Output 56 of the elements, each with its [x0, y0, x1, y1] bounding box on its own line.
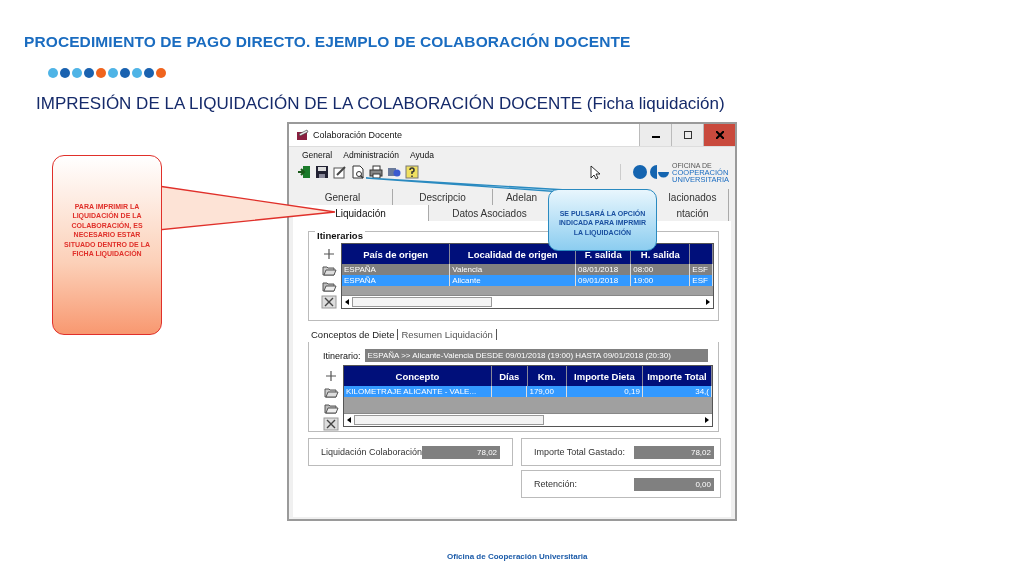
add-icon[interactable] — [321, 247, 337, 261]
itinerary-field: ESPAÑA >> Alicante-Valencia DESDE 09/01/2018 (19:00) HASTA 09/01/2018 (20:30) — [364, 349, 708, 362]
scroll-left-icon[interactable] — [344, 299, 350, 305]
group-label: Itinerarios — [315, 230, 365, 241]
amount-field: 0,00 — [634, 477, 714, 491]
tab[interactable]: Conceptos de Diete — [308, 329, 399, 340]
amount-field: 78,02 — [634, 445, 714, 459]
table-row[interactable]: ESPAÑA Valencia 08/01/2018 08:00 ESF — [342, 264, 713, 275]
window-title: Colaboración Docente — [313, 130, 403, 140]
exit-icon[interactable] — [297, 165, 311, 179]
save-icon[interactable] — [315, 165, 329, 179]
delete-icon[interactable] — [323, 417, 339, 431]
menu-item[interactable]: Administración — [343, 150, 399, 161]
field-label: Itinerario: — [323, 350, 361, 361]
close-button[interactable] — [703, 124, 735, 146]
amount-field: 78,02 — [422, 445, 501, 459]
add-icon[interactable] — [323, 369, 339, 383]
app-icon — [296, 129, 309, 141]
logo-icon — [633, 164, 670, 180]
field-label: Retención: — [534, 479, 578, 489]
slide-subtitle: IMPRESIÓN DE LA LIQUIDACIÓN DE LA COLABORACIÓN DOCENTE (Ficha liquidación) — [36, 93, 725, 115]
menu-item[interactable]: General — [302, 150, 333, 161]
delete-icon[interactable] — [321, 295, 337, 309]
close-icon — [715, 131, 724, 139]
field-label: Liquidación Colaboración — [321, 447, 423, 457]
table-cell: 09/01/2018 — [576, 275, 632, 286]
table-cell: 0,19 — [566, 386, 643, 397]
cursor-icon — [590, 164, 601, 180]
minimize-button[interactable] — [639, 124, 671, 146]
table-cell: Alicante — [450, 275, 577, 286]
print-icon[interactable] — [369, 165, 383, 179]
folder-icon[interactable] — [321, 263, 337, 277]
table-cell: ESPAÑA — [342, 275, 451, 286]
preview-icon[interactable] — [351, 165, 365, 179]
slide-footer: Oficina de Cooperación Universitaria — [447, 552, 588, 561]
menu-item[interactable]: Ayuda — [410, 150, 434, 161]
edit-icon[interactable] — [333, 165, 347, 179]
field-label: Importe Total Gastado: — [534, 447, 625, 457]
scroll-left-icon[interactable] — [346, 417, 352, 423]
table-cell: 179,00 — [527, 386, 567, 397]
horizontal-scrollbar[interactable] — [342, 295, 713, 308]
table-cell: 19:00 — [631, 275, 691, 286]
table-cell: 34,( — [642, 386, 712, 397]
table-cell: KILOMETRAJE ALICANTE - VALE... — [344, 386, 492, 397]
scroll-right-icon[interactable] — [704, 417, 710, 423]
transfer-icon[interactable] — [387, 165, 401, 179]
maximize-button[interactable] — [671, 124, 703, 146]
slide-title: PROCEDIMIENTO DE PAGO DIRECTO. EJEMPLO DE COLABORACIÓN DOCENTE — [23, 32, 631, 51]
help-icon[interactable] — [405, 165, 419, 179]
folder-icon[interactable] — [323, 385, 339, 399]
horizontal-scrollbar[interactable] — [344, 413, 712, 426]
open-folder-icon[interactable] — [321, 279, 337, 293]
scroll-right-icon[interactable] — [705, 299, 711, 305]
open-folder-icon[interactable] — [323, 401, 339, 415]
maximize-icon — [683, 131, 692, 139]
table-cell: ESF — [690, 275, 713, 286]
